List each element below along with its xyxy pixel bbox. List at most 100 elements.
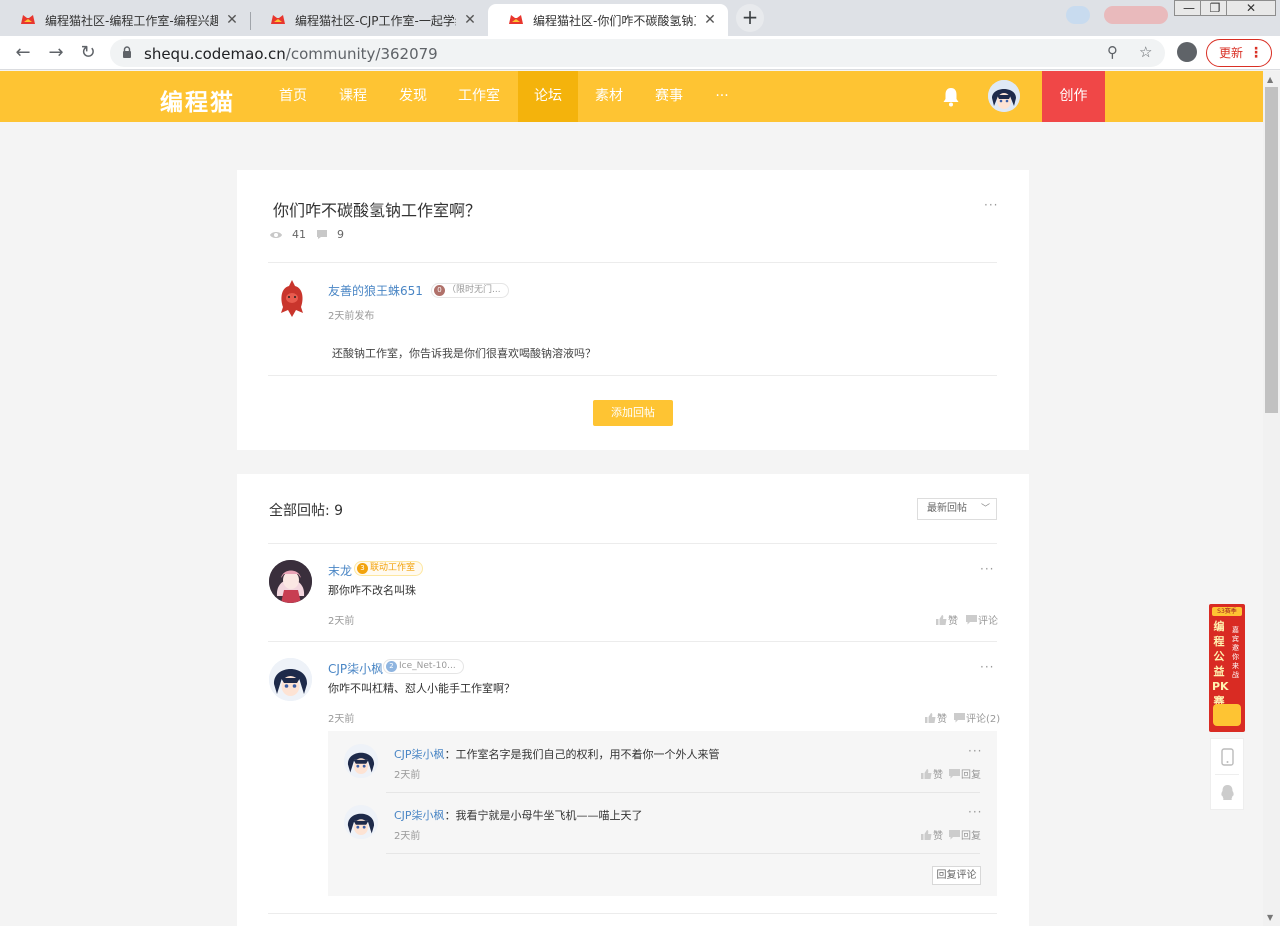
sub-comment-user[interactable]: CJP柒小枫	[394, 748, 445, 761]
reply-avatar-image	[269, 560, 312, 603]
divider	[268, 913, 997, 914]
more-options-icon[interactable]: ···	[968, 805, 982, 819]
comment-label: 评论(2)	[966, 714, 1001, 725]
scroll-up-icon[interactable]: ▲	[1267, 75, 1273, 84]
like-label: 赞	[937, 714, 947, 725]
close-icon[interactable]: ✕	[224, 12, 240, 28]
reply-user-name[interactable]: CJP柒小枫	[328, 660, 383, 677]
pk-contest-banner[interactable]: S3赛季 编程公益PK赛 嘉宾邀你来战	[1209, 604, 1245, 732]
site-header: 编程猫 首页 课程 发现 工作室 论坛 素材 赛事 ··· 创作	[0, 71, 1263, 122]
site-logo[interactable]: 编程猫	[160, 83, 235, 117]
browser-toolbar: ← → ↻ shequ.codemao.cn/community/362079 …	[0, 36, 1280, 70]
nav-more[interactable]: ···	[702, 71, 742, 122]
scroll-thumb[interactable]	[1265, 87, 1278, 413]
close-icon[interactable]: ✕	[702, 12, 718, 28]
reply-avatar[interactable]	[269, 560, 312, 603]
eye-icon	[270, 231, 282, 238]
author-avatar-image	[281, 280, 303, 317]
url-path: /community/362079	[285, 45, 438, 63]
side-tools	[1210, 738, 1244, 810]
sub-comment-text: ：我看宁就是小母牛坐飞机——喵上天了	[444, 809, 643, 822]
reply-user-name[interactable]: 末龙	[328, 562, 352, 579]
sub-avatar-image	[344, 805, 378, 839]
like-button[interactable]: 赞	[936, 612, 958, 627]
like-button[interactable]: 赞	[925, 710, 947, 725]
comment-label: 评论	[978, 616, 998, 627]
nav-forum[interactable]: 论坛	[518, 71, 578, 122]
more-options-icon[interactable]: ···	[980, 562, 994, 576]
reply-badge-text: 联动工作室	[370, 563, 416, 573]
reply-avatar[interactable]	[269, 658, 312, 701]
page-scrollbar[interactable]: ▲ ▼	[1263, 71, 1280, 926]
author-badge[interactable]: 0 （限时无门...	[431, 283, 509, 298]
nav-materials[interactable]: 素材	[582, 71, 636, 122]
sort-select-value: 最新回帖	[927, 503, 967, 514]
reply-button[interactable]: 回复	[949, 827, 981, 842]
author-name[interactable]: 友善的狼王蛛651	[328, 282, 423, 299]
bell-icon[interactable]	[942, 87, 960, 107]
menu-dots-icon: ⋮	[1249, 45, 1263, 61]
like-label: 赞	[933, 770, 943, 781]
browser-tab-3[interactable]: 编程猫社区-你们咋不碳酸氢钠工 ✕	[488, 4, 728, 36]
new-tab-button[interactable]: +	[736, 4, 764, 32]
close-icon[interactable]: ✕	[462, 12, 478, 28]
mobile-icon[interactable]	[1221, 748, 1234, 766]
profile-icon[interactable]	[1177, 42, 1197, 62]
author-badge-text: （限时无门...	[447, 285, 501, 295]
sort-select[interactable]: 最新回帖 ﹀	[917, 498, 997, 520]
nav-discover[interactable]: 发现	[386, 71, 440, 122]
sub-comment-user[interactable]: CJP柒小枫	[394, 809, 445, 822]
forward-icon[interactable]: →	[44, 41, 68, 65]
sub-comments: CJP柒小枫：工作室名字是我们自己的权利，用不着你一个外人来管 ··· 2天前 …	[328, 731, 997, 896]
post-card: 你们咋不碳酸氢钠工作室啊？ ··· 41 9 友善的狼王蛛651 0 （限时无门…	[237, 170, 1029, 450]
nav-contests[interactable]: 赛事	[642, 71, 696, 122]
nav-home[interactable]: 首页	[266, 71, 320, 122]
nav-courses[interactable]: 课程	[326, 71, 380, 122]
add-reply-button[interactable]: 添加回帖	[593, 400, 673, 426]
thumbs-up-icon	[925, 712, 936, 723]
extension-icon[interactable]	[1066, 6, 1090, 24]
banner-season-label: S3赛季	[1212, 607, 1242, 616]
scroll-down-icon[interactable]: ▼	[1267, 913, 1273, 922]
more-options-icon[interactable]: ···	[984, 198, 998, 212]
like-button[interactable]: 赞	[921, 766, 943, 781]
comment-button[interactable]: 评论(2)	[954, 710, 1000, 725]
reply-time: 2天前	[328, 616, 355, 627]
like-button[interactable]: 赞	[921, 827, 943, 842]
star-icon[interactable]: ☆	[1139, 43, 1152, 61]
reload-icon[interactable]: ↻	[76, 41, 100, 65]
extension-badge[interactable]	[1104, 6, 1168, 24]
reply-avatar-image	[269, 658, 312, 701]
comment-icon	[949, 829, 960, 839]
reply-user-badge[interactable]: 3 联动工作室	[354, 561, 424, 576]
browser-tab-2[interactable]: 编程猫社区-CJP工作室-一起学编程 ✕	[250, 4, 488, 36]
browser-tab-1[interactable]: 编程猫社区-编程工作室-编程兴趣 ✕	[0, 4, 250, 36]
comment-button[interactable]: 评论	[966, 612, 998, 627]
reply-user-badge[interactable]: 2 Ice_Net-10...	[383, 659, 464, 674]
author-avatar[interactable]	[272, 277, 312, 321]
more-options-icon[interactable]: ···	[968, 744, 982, 758]
divider	[1215, 774, 1239, 775]
level-badge-icon: 2	[386, 661, 397, 672]
sub-comment-avatar[interactable]	[344, 744, 378, 778]
thumbs-up-icon	[921, 829, 932, 840]
sub-comment-avatar[interactable]	[344, 805, 378, 839]
reply-comment-button[interactable]: 回复评论	[932, 866, 981, 885]
more-options-icon[interactable]: ···	[980, 660, 994, 674]
divider	[268, 375, 997, 376]
comment-count-value: 9	[337, 228, 344, 241]
nav-studio[interactable]: 工作室	[446, 71, 512, 122]
back-icon[interactable]: ←	[11, 41, 35, 65]
level-badge-icon: 3	[357, 563, 368, 574]
close-window-button[interactable]: ✕	[1226, 0, 1276, 16]
zoom-icon[interactable]: ⚲	[1107, 43, 1118, 61]
update-button[interactable]: 更新 ⋮	[1206, 39, 1272, 67]
address-bar[interactable]: shequ.codemao.cn/community/362079 ⚲ ☆	[110, 39, 1165, 67]
tab-title: 编程猫社区-CJP工作室-一起学编程	[295, 13, 456, 28]
reply-button[interactable]: 回复	[949, 766, 981, 781]
user-avatar[interactable]	[988, 80, 1020, 112]
qq-icon[interactable]	[1220, 784, 1235, 802]
create-button[interactable]: 创作	[1042, 71, 1105, 122]
codemao-favicon	[21, 15, 35, 24]
tab-title: 编程猫社区-编程工作室-编程兴趣	[45, 13, 218, 28]
